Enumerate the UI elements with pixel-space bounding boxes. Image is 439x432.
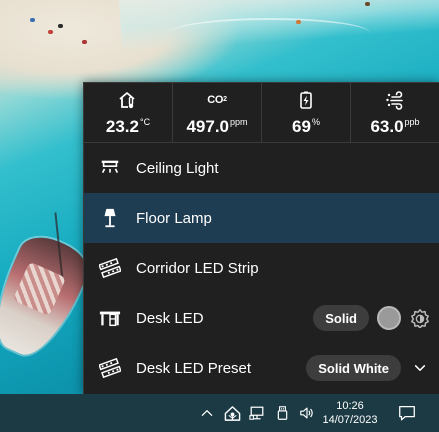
home-assistant-icon[interactable] xyxy=(223,404,241,422)
sensor-co2-value: 497.0ppm xyxy=(186,113,247,136)
preset-select[interactable]: Solid White xyxy=(306,355,401,381)
chevron-up-icon[interactable] xyxy=(198,404,216,422)
sensor-temperature-number: 23.2 xyxy=(105,116,139,136)
sensor-air-quality[interactable]: 63.0ppb xyxy=(351,83,439,142)
sensor-air-quality-number: 63.0 xyxy=(370,116,404,136)
air-quality-icon xyxy=(385,90,405,110)
sensor-co2-number: 497.0 xyxy=(186,116,230,136)
sensor-temperature-unit: °C xyxy=(139,116,151,127)
sensor-air-quality-unit: ppb xyxy=(404,116,420,127)
sensor-air-quality-value: 63.0ppb xyxy=(370,113,419,136)
led-strip-icon xyxy=(98,356,122,380)
brightness-icon[interactable] xyxy=(409,307,431,329)
desk-icon xyxy=(98,306,122,330)
system-tray xyxy=(198,394,316,432)
device-desk-led[interactable]: Desk LED Solid xyxy=(84,293,439,343)
wallpaper-boat xyxy=(0,212,95,366)
sensor-battery-number: 69 xyxy=(292,116,311,136)
co2-icon-sub: 2 xyxy=(223,96,227,103)
wallpaper-beach-item xyxy=(58,24,63,28)
device-label: Desk LED Preset xyxy=(136,359,252,377)
wallpaper-beach-item xyxy=(296,20,301,24)
clock-date: 14/07/2023 xyxy=(322,414,378,426)
usb-drive-icon[interactable] xyxy=(273,404,291,422)
sensor-temperature-value: 23.2°C xyxy=(106,113,150,136)
wallpaper-beach-item xyxy=(48,30,53,34)
taskbar: 10:26 14/07/2023 xyxy=(0,394,439,432)
floor-lamp-icon xyxy=(98,206,122,230)
sensor-co2-unit: ppm xyxy=(230,116,248,127)
led-strip-icon xyxy=(98,256,122,280)
sensor-battery-value: 69% xyxy=(292,113,320,136)
effect-select[interactable]: Solid xyxy=(313,305,369,331)
ceiling-light-icon xyxy=(98,156,122,180)
color-picker[interactable] xyxy=(377,306,401,330)
network-icon[interactable] xyxy=(248,404,266,422)
co2-icon-text: CO xyxy=(207,93,224,106)
device-desk-led-preset[interactable]: Desk LED Preset Solid White xyxy=(84,343,439,393)
chevron-down-icon[interactable] xyxy=(409,357,431,379)
volume-icon[interactable] xyxy=(298,404,316,422)
wallpaper-boat-mast xyxy=(54,212,64,283)
device-ceiling-light[interactable]: Ceiling Light xyxy=(84,143,439,193)
device-label: Corridor LED Strip xyxy=(136,259,259,277)
home-assistant-flyout: 23.2°C CO 2 497.0ppm 69% 63.0ppb Ceiling… xyxy=(83,82,439,394)
desk-led-controls: Solid xyxy=(313,293,431,343)
device-label: Floor Lamp xyxy=(136,209,212,227)
desk-led-preset-controls: Solid White xyxy=(306,343,431,393)
wallpaper-beach-item xyxy=(30,18,35,22)
device-floor-lamp[interactable]: Floor Lamp xyxy=(84,193,439,243)
clock[interactable]: 10:26 14/07/2023 xyxy=(318,396,382,430)
device-corridor-led-strip[interactable]: Corridor LED Strip xyxy=(84,243,439,293)
co2-icon: CO 2 xyxy=(207,90,227,110)
wallpaper-foam xyxy=(170,18,370,48)
sensor-bar: 23.2°C CO 2 497.0ppm 69% 63.0ppb xyxy=(84,83,439,143)
clock-time: 10:26 xyxy=(336,400,364,412)
wallpaper-boat-deck xyxy=(12,261,67,317)
sensor-battery[interactable]: 69% xyxy=(262,83,351,142)
device-label: Ceiling Light xyxy=(136,159,219,177)
notification-icon[interactable] xyxy=(396,402,418,424)
sensor-co2[interactable]: CO 2 497.0ppm xyxy=(173,83,262,142)
battery-charging-icon xyxy=(296,90,316,110)
wallpaper-beach-item xyxy=(365,2,370,6)
device-list: Ceiling Light Floor Lamp Corridor LED St… xyxy=(84,143,439,393)
home-thermometer-icon xyxy=(118,90,138,110)
device-label: Desk LED xyxy=(136,309,204,327)
sensor-battery-unit: % xyxy=(311,116,320,127)
wallpaper-beach-item xyxy=(82,40,87,44)
sensor-temperature[interactable]: 23.2°C xyxy=(84,83,173,142)
